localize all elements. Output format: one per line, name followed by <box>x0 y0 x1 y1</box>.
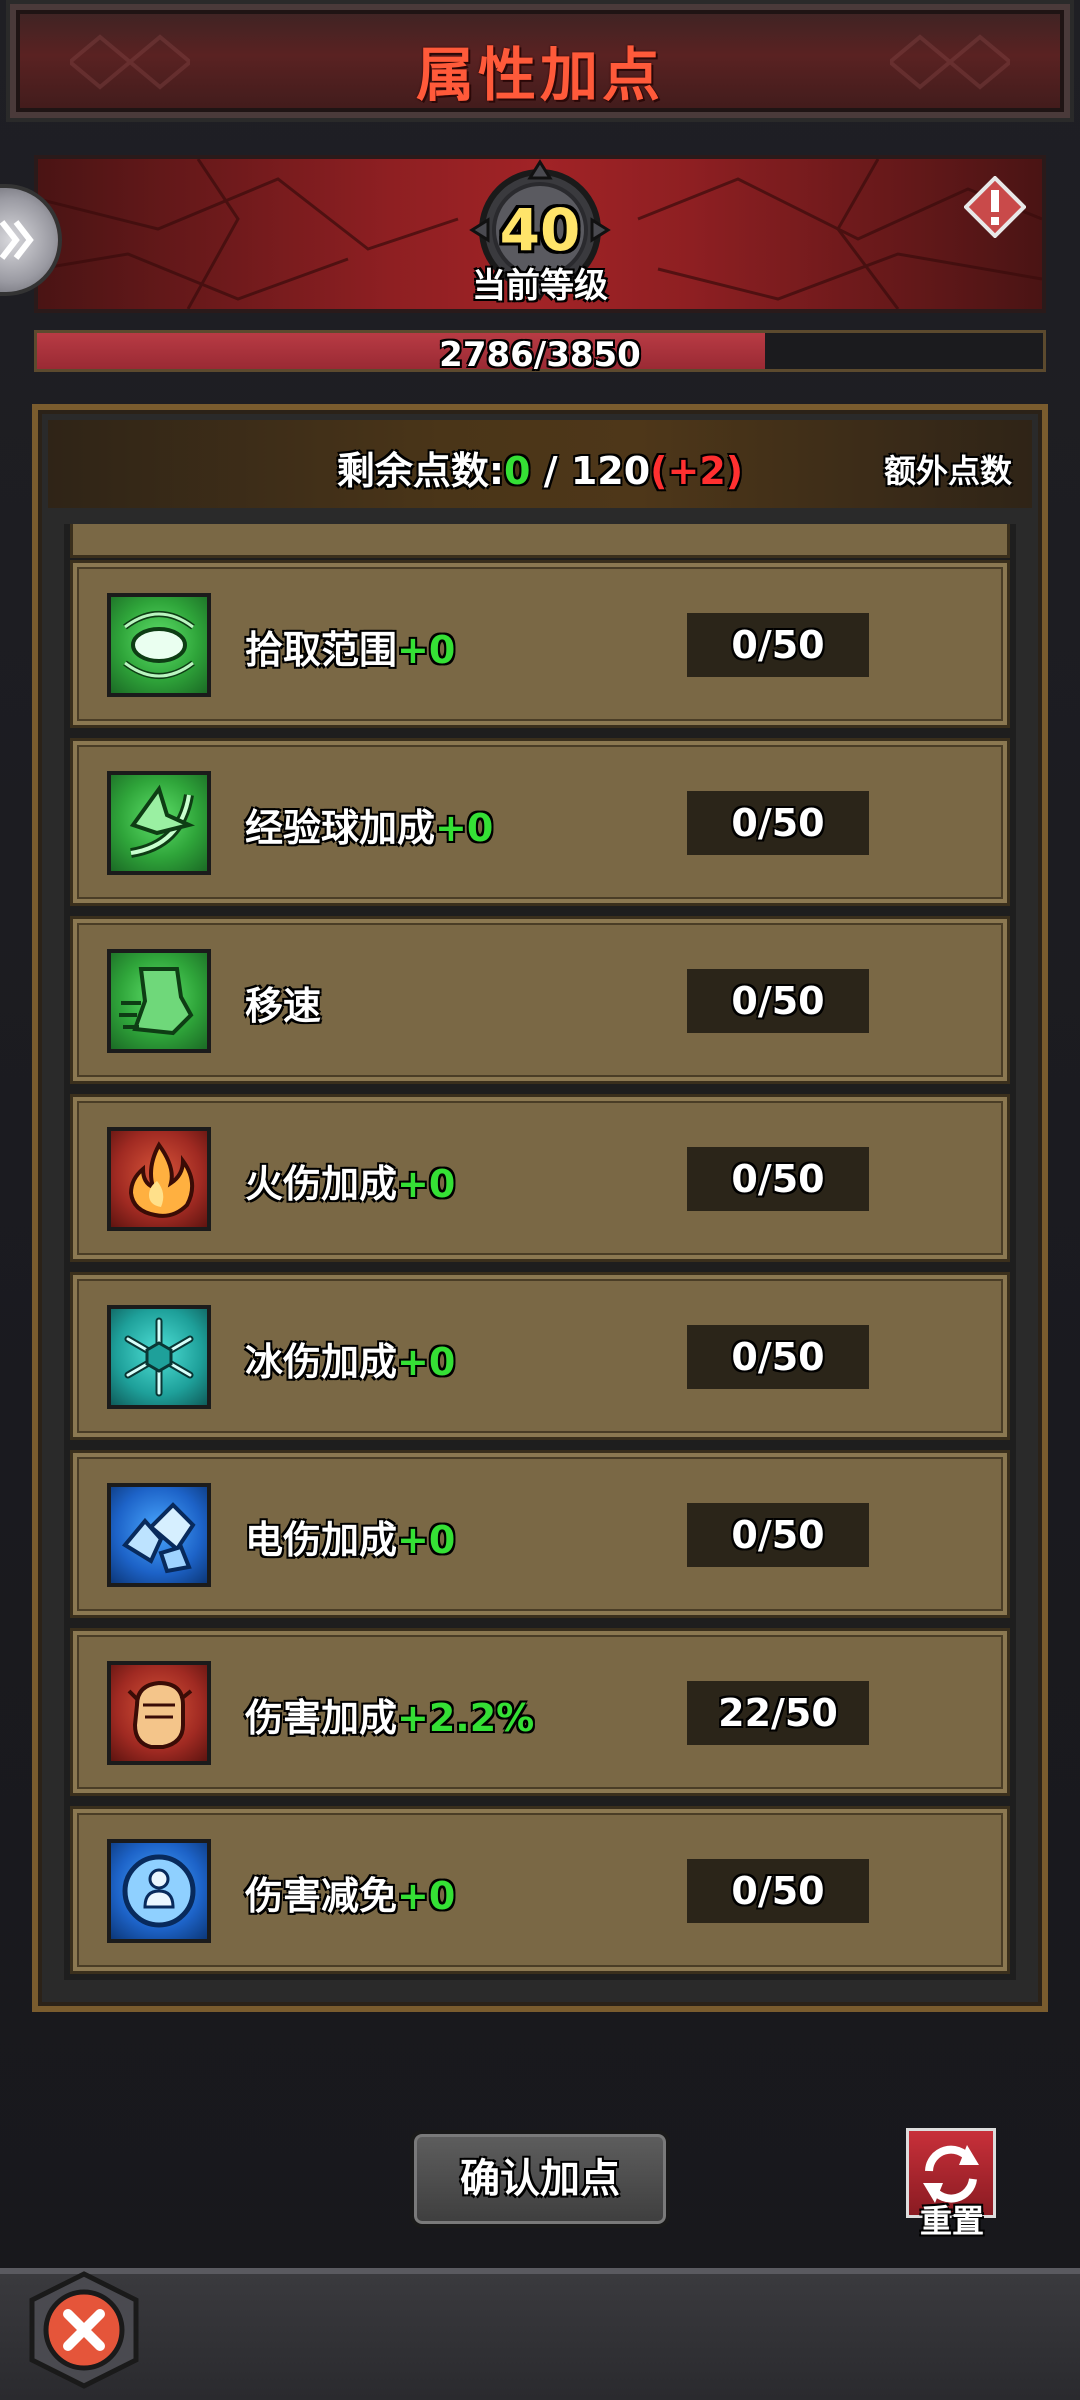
reset-label: 重置 <box>919 2202 984 2240</box>
exp-arrow-icon <box>107 771 211 875</box>
fist-icon <box>107 1661 211 1765</box>
attribute-label: 火伤加成+0 <box>245 1153 455 1208</box>
attribute-row[interactable]: 电伤加成+0 0/50 <box>70 1450 1010 1618</box>
magnet-pickup-icon <box>107 593 211 697</box>
fire-icon <box>107 1127 211 1231</box>
attribute-count: 0/50 <box>687 1859 869 1923</box>
points-separator: / <box>530 449 571 493</box>
extra-points-bonus: (+2) <box>650 449 744 493</box>
boot-speed-icon <box>107 949 211 1053</box>
attribute-name: 经验球加成 <box>245 806 436 850</box>
current-level-value: 40 <box>499 196 581 264</box>
attribute-row[interactable]: 伤害减免+0 0/50 <box>70 1806 1010 1974</box>
attribute-name: 移速 <box>245 984 322 1028</box>
attribute-name: 伤害减免 <box>245 1874 398 1918</box>
info-warning-icon[interactable] <box>964 176 1026 238</box>
attribute-row[interactable]: 经验球加成+0 0/50 <box>70 738 1010 906</box>
attribute-label: 拾取范围+0 <box>245 619 455 674</box>
lightning-crystal-icon <box>107 1483 211 1587</box>
attribute-row[interactable]: 移速 0/50 <box>70 916 1010 1084</box>
attribute-bonus: +0 <box>397 1340 456 1384</box>
attribute-bonus: +0 <box>397 1162 456 1206</box>
attribute-label: 冰伤加成+0 <box>245 1331 455 1386</box>
attribute-row[interactable]: 伤害加成+2.2% 22/50 <box>70 1628 1010 1796</box>
attribute-bonus: +0 <box>397 1518 456 1562</box>
attribute-row[interactable]: 火伤加成+0 0/50 <box>70 1094 1010 1262</box>
confirm-points-button[interactable]: 确认加点 <box>410 2130 670 2228</box>
attribute-name: 电伤加成 <box>245 1518 398 1562</box>
attribute-label: 伤害加成+2.2% <box>245 1687 534 1742</box>
double-chevron-right-icon <box>0 220 34 260</box>
attribute-count: 0/50 <box>687 1503 869 1567</box>
extra-points-button[interactable]: 额外点数 <box>884 446 1012 492</box>
attribute-bonus: +0 <box>435 806 494 850</box>
attribute-row[interactable]: 拾取范围+0 0/50 <box>70 560 1010 728</box>
xp-progress-bar: 2786/3850 <box>34 330 1046 375</box>
attribute-count: 0/50 <box>687 1147 869 1211</box>
attribute-label: 电伤加成+0 <box>245 1509 455 1564</box>
title-bar: 属性加点 <box>6 0 1074 122</box>
attribute-label: 移速 <box>245 975 321 1030</box>
attribute-name: 伤害加成 <box>245 1696 398 1740</box>
snowflake-icon <box>107 1305 211 1409</box>
attribute-bonus: +0 <box>397 1874 456 1918</box>
attribute-count: 0/50 <box>687 613 869 677</box>
shield-person-icon <box>107 1839 211 1943</box>
attribute-points-screen: 属性加点 40 当前等级 2786/3850 剩余点数:0 / 120(+2) … <box>0 0 1080 2400</box>
remaining-points-value: 0 <box>504 449 531 493</box>
total-points-value: 120 <box>570 449 651 493</box>
bottom-bar <box>0 2268 1080 2400</box>
attribute-panel: 剩余点数:0 / 120(+2) 额外点数 拾取范围+0 0/50 经验球加成+0 0… <box>32 404 1048 2012</box>
remaining-points-label: 剩余点数: <box>336 449 505 493</box>
close-icon[interactable] <box>24 2270 144 2390</box>
attribute-name: 拾取范围 <box>245 628 398 672</box>
current-level-label: 当前等级 <box>472 266 608 306</box>
attribute-name: 火伤加成 <box>245 1162 398 1206</box>
attribute-count: 0/50 <box>687 1325 869 1389</box>
attribute-row[interactable]: 冰伤加成+0 0/50 <box>70 1272 1010 1440</box>
attribute-label: 伤害减免+0 <box>245 1865 455 1920</box>
xp-progress-text: 2786/3850 <box>439 335 641 375</box>
attribute-count: 0/50 <box>687 969 869 1033</box>
attribute-name: 冰伤加成 <box>245 1340 398 1384</box>
attribute-count: 0/50 <box>687 791 869 855</box>
page-title: 属性加点 <box>415 41 664 109</box>
points-header: 剩余点数:0 / 120(+2) 额外点数 <box>48 420 1032 508</box>
attribute-count: 22/50 <box>687 1681 869 1745</box>
attribute-list[interactable]: 拾取范围+0 0/50 经验球加成+0 0/50 移速 0/50 火伤加成+0 0/50 冰伤加… <box>64 524 1016 1980</box>
attribute-label: 经验球加成+0 <box>245 797 493 852</box>
attribute-bonus: +2.2% <box>397 1696 535 1740</box>
list-item-partial <box>70 524 1010 558</box>
attribute-bonus: +0 <box>397 628 456 672</box>
